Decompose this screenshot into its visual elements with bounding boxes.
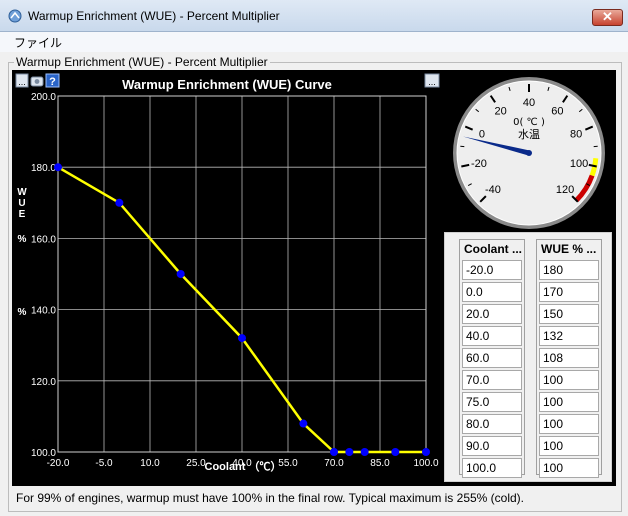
gauge-tick-label: 80 [570,128,582,140]
gauge-tick-label: 100 [570,158,588,170]
data-point[interactable] [299,419,308,428]
gauge-tick-label: -40 [485,184,501,196]
gauge-hub [526,150,532,156]
coolant-cell[interactable] [462,436,522,456]
data-point[interactable] [422,448,430,456]
window-title: Warmup Enrichment (WUE) - Percent Multip… [28,9,280,23]
help-icon: ? [49,76,56,88]
title-bar: Warmup Enrichment (WUE) - Percent Multip… [0,0,628,32]
wue-column: WUE % ... [536,239,602,478]
x-tick-label: 40.0 [232,458,252,469]
coolant-cell[interactable] [462,458,522,478]
coolant-cell[interactable] [462,260,522,280]
data-point[interactable] [345,448,354,456]
gauge-tick-label: 120 [556,184,574,196]
gauge-center-label: 0( ℃ ) [513,117,545,128]
chart-grid [57,95,427,453]
x-tick-label: -5.0 [95,458,113,469]
data-point[interactable] [115,198,124,207]
coolant-column: Coolant ... [459,239,525,478]
x-tick-label: 70.0 [324,458,344,469]
coolant-cell[interactable] [462,370,522,390]
status-text: For 99% of engines, warmup must have 100… [16,491,525,505]
data-point[interactable] [238,334,246,343]
wue-table: Coolant ... WUE % ... [444,232,612,482]
x-tick-label: 25.0 [186,458,206,469]
y-tick-label: 160.0 [31,234,56,245]
coolant-gauge: -40 -20 0 20 40 60 80 100 120 0( ℃ ) 水温 [453,77,605,229]
chart-title: Warmup Enrichment (WUE) Curve [122,77,332,92]
chart-options-label: ... [428,77,436,87]
gauge-tick-label: 20 [495,106,507,118]
gauge-title: 水温 [518,128,540,141]
data-point[interactable] [330,448,338,456]
gauge-tick-label: 40 [523,97,535,109]
data-point[interactable] [391,448,400,456]
group-title: Warmup Enrichment (WUE) - Percent Multip… [14,55,270,69]
coolant-column-header[interactable]: Coolant ... [460,240,524,258]
x-tick-label: 10.0 [140,458,160,469]
wue-cell[interactable] [539,326,599,346]
y-label-char: % [18,307,27,318]
wue-cell[interactable] [539,392,599,412]
coolant-cell[interactable] [462,392,522,412]
coolant-cell[interactable] [462,326,522,346]
y-label-char: U [18,198,25,209]
wue-cell[interactable] [539,282,599,302]
coolant-cell[interactable] [462,414,522,434]
wue-curve-chart[interactable]: ... ? Warmup Enrichment (WUE) Curve ... … [12,70,444,480]
close-button[interactable]: ✕ [592,9,623,26]
wue-column-header[interactable]: WUE % ... [537,240,601,258]
x-tick-label: 55.0 [278,458,298,469]
coolant-cell[interactable] [462,348,522,368]
y-label-char: % [18,234,27,245]
wue-cell[interactable] [539,414,599,434]
coolant-cell[interactable] [462,282,522,302]
wue-cell[interactable] [539,260,599,280]
wue-cell[interactable] [539,458,599,478]
chart-menu-label: ... [18,77,26,87]
y-tick-label: 140.0 [31,306,56,317]
menu-bar: ファイル [0,32,628,52]
y-tick-label: 120.0 [31,377,56,388]
gauge-tick-label: 0 [479,128,485,140]
y-tick-label: 100.0 [31,448,56,459]
menu-file[interactable]: ファイル [14,34,62,51]
gauge-tick-label: 60 [551,106,563,118]
x-tick-label: -20.0 [47,458,70,469]
gauge-tick-label: -20 [471,158,487,170]
x-tick-label: 100.0 [413,458,438,469]
coolant-cell[interactable] [462,304,522,324]
wue-cell[interactable] [539,304,599,324]
camera-icon[interactable] [30,76,44,87]
x-tick-label: 85.0 [370,458,390,469]
app-icon [8,9,22,23]
y-axis-label: W U E % % [17,187,27,318]
data-point[interactable] [360,448,369,456]
data-point[interactable] [176,270,185,278]
data-point[interactable] [54,163,62,172]
wue-cell[interactable] [539,370,599,390]
y-label-char: W [17,187,27,198]
y-label-char: E [19,209,26,220]
y-tick-label: 180.0 [31,163,56,174]
wue-cell[interactable] [539,436,599,456]
wue-cell[interactable] [539,348,599,368]
y-tick-label: 200.0 [31,92,56,103]
